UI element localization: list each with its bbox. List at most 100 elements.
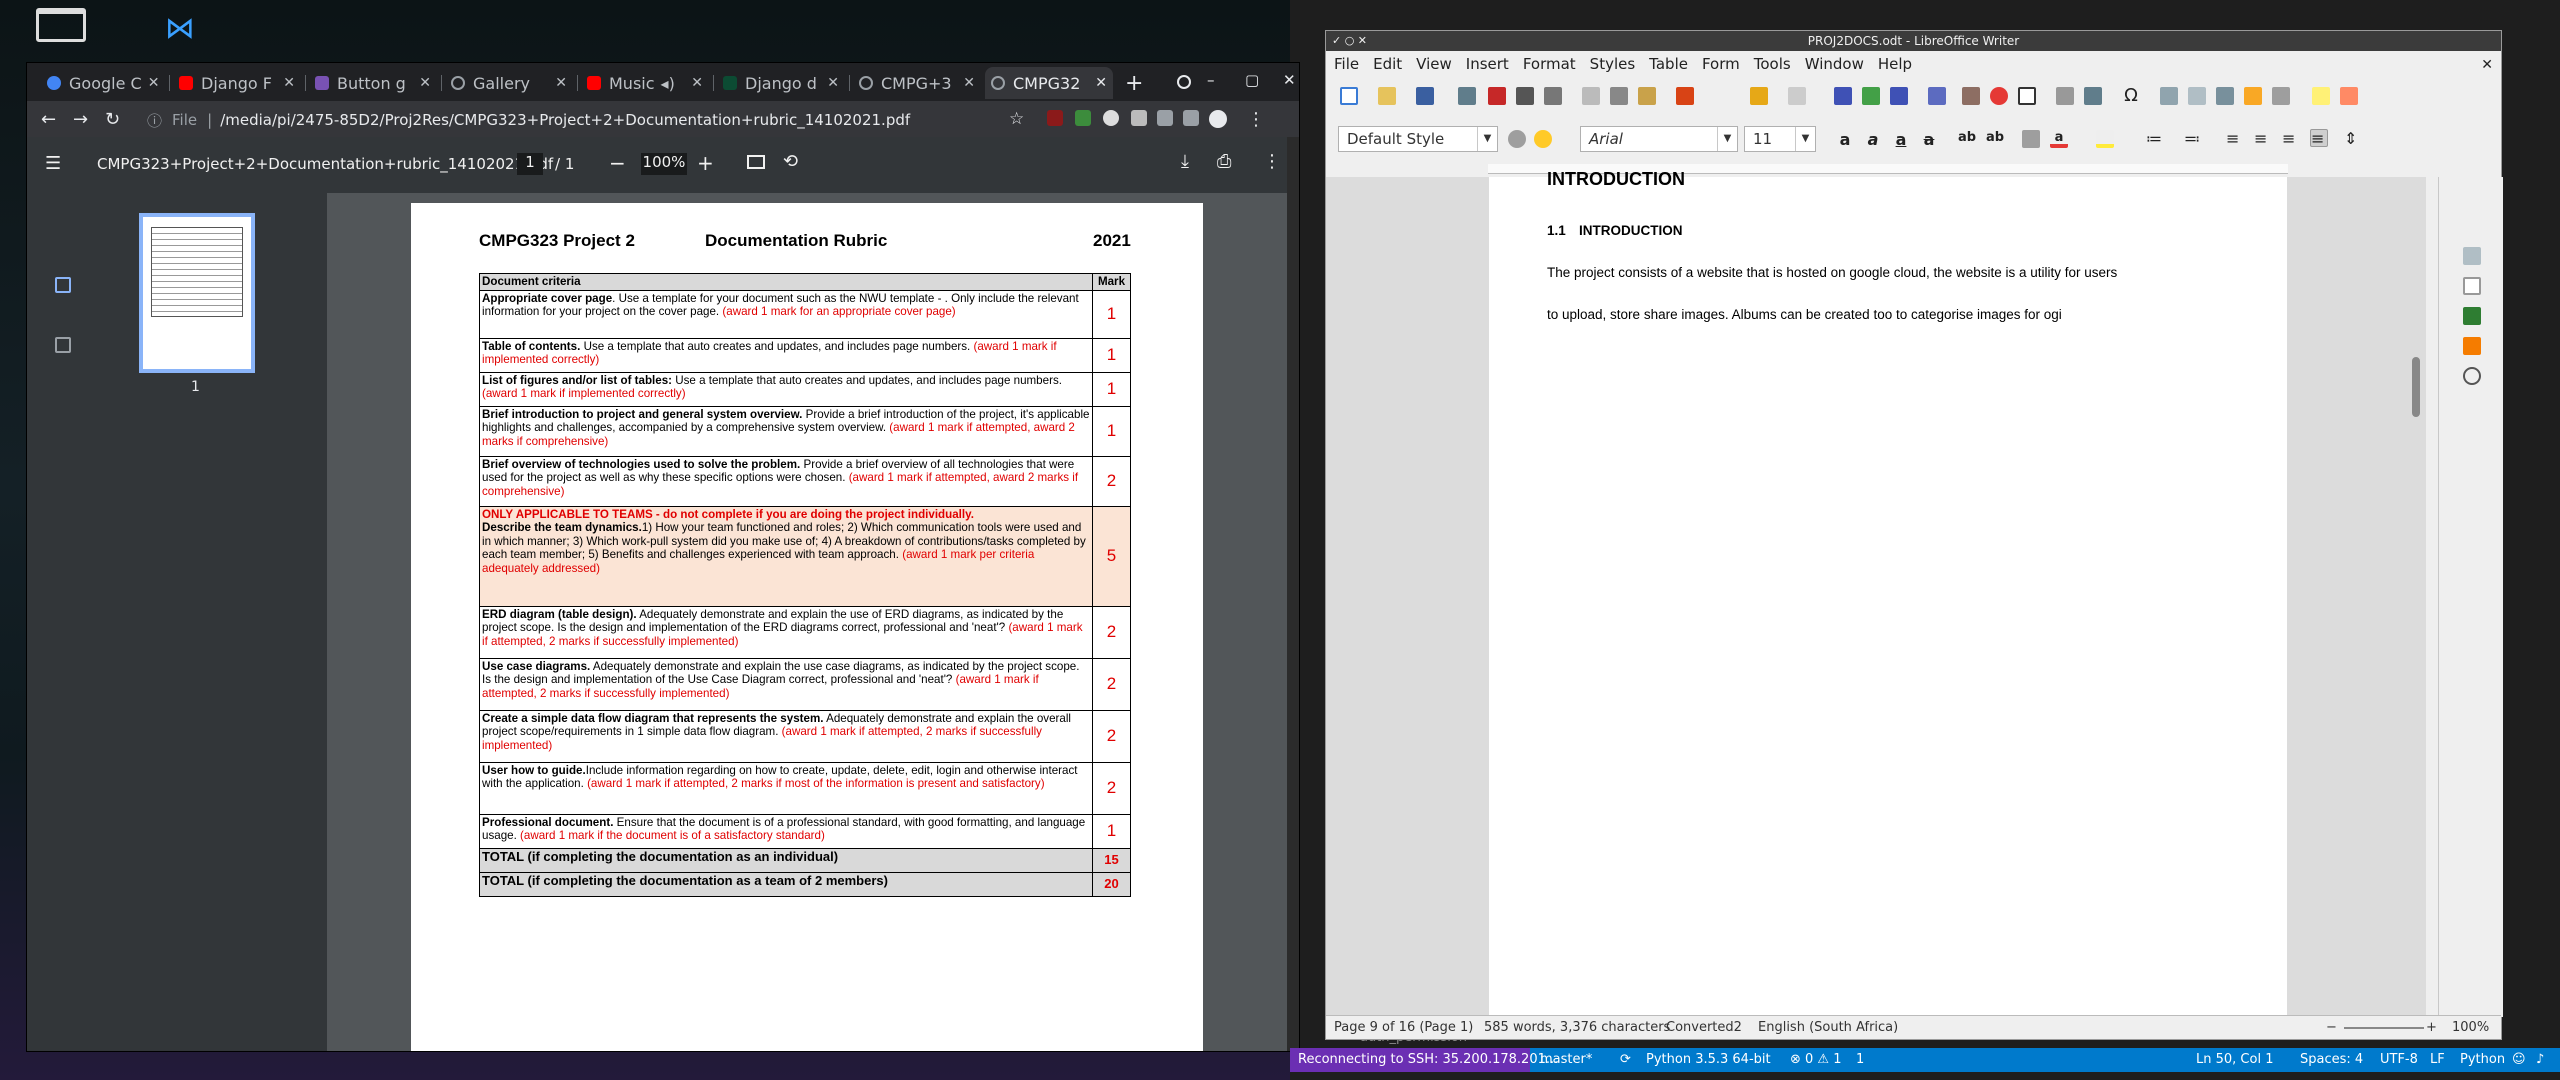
italic-icon[interactable]: a <box>1864 130 1882 149</box>
insert-image-icon[interactable] <box>1962 87 1980 105</box>
extension-green-icon[interactable] <box>1075 110 1091 126</box>
cursor-position[interactable]: Ln 50, Col 1 <box>2196 1052 2273 1067</box>
extension-red-icon[interactable] <box>1047 110 1063 126</box>
thumbnail-view-icon[interactable] <box>55 277 71 293</box>
menu-file[interactable]: File <box>1334 55 1359 73</box>
extension-circle-icon[interactable] <box>1103 110 1119 126</box>
tab-django-docs[interactable]: Django d ✕ <box>717 67 845 99</box>
zoom-out-icon[interactable]: − <box>2326 1020 2337 1035</box>
properties-icon[interactable] <box>2463 247 2481 265</box>
close-icon[interactable]: ✕ <box>142 75 160 91</box>
find-replace-icon[interactable] <box>1834 87 1852 105</box>
close-icon[interactable]: ✕ <box>685 75 703 91</box>
python-interpreter[interactable]: Python 3.5.3 64-bit <box>1646 1052 1771 1067</box>
tab-music[interactable]: Music ◂) ✕ <box>581 67 709 99</box>
status-page[interactable]: Page 9 of 16 (Page 1) <box>1334 1020 1473 1035</box>
menu-table[interactable]: Table <box>1649 55 1688 73</box>
update-style-icon[interactable] <box>1508 130 1526 148</box>
music-queue-icon[interactable] <box>1157 110 1173 126</box>
maximize-icon[interactable]: ▢ <box>1245 71 1259 89</box>
tab-gallery[interactable]: Gallery ✕ <box>445 67 573 99</box>
font-name-select[interactable]: Arial ▼ <box>1580 126 1738 152</box>
open-folder-icon[interactable] <box>1378 87 1396 105</box>
justify-icon[interactable]: ≡ <box>2310 129 2328 148</box>
menu-window[interactable]: Window <box>1805 55 1864 73</box>
bookmark-star-icon[interactable]: ☆ <box>1009 109 1024 129</box>
print-icon[interactable] <box>1516 87 1534 105</box>
line-spacing-icon[interactable]: ⇕ <box>2344 130 2362 148</box>
new-tab-button[interactable]: + <box>1125 71 1143 96</box>
copy-icon[interactable] <box>1610 87 1628 105</box>
insert-textbox-icon[interactable] <box>2018 87 2036 105</box>
file-encoding[interactable]: UTF-8 <box>2380 1052 2418 1067</box>
download-icon[interactable]: ⤓ <box>1181 151 1189 172</box>
reload-icon[interactable]: ↻ <box>105 109 120 130</box>
speaker-icon[interactable]: ◂) <box>661 74 675 93</box>
trash-icon[interactable] <box>36 8 86 42</box>
cast-icon[interactable] <box>1183 110 1199 126</box>
insert-table-icon[interactable] <box>1928 87 1946 105</box>
close-window-icon[interactable]: ✕ <box>1283 71 1296 89</box>
status-word-count[interactable]: 585 words, 3,376 characters <box>1484 1020 1670 1035</box>
extensions-puzzle-icon[interactable] <box>1131 110 1147 126</box>
print-icon[interactable]: ⎙ <box>1217 151 1231 172</box>
tab-cmpg-pdf-1[interactable]: CMPG+3 ✕ <box>853 67 981 99</box>
save-icon[interactable] <box>1416 87 1434 105</box>
chevron-down-icon[interactable]: ▼ <box>1795 127 1815 151</box>
page-number-input[interactable]: 1 <box>517 153 543 175</box>
close-icon[interactable]: ✕ <box>957 75 975 91</box>
notifications-bell-icon[interactable]: ♪ <box>2536 1052 2544 1067</box>
vertical-scrollbar-thumb[interactable] <box>2412 357 2420 417</box>
formatting-marks-icon[interactable] <box>1890 87 1908 105</box>
page-icon[interactable] <box>2463 277 2481 295</box>
navigator-icon[interactable] <box>2463 367 2481 385</box>
feedback-icon[interactable]: ☺ <box>2512 1052 2526 1067</box>
insert-chart-icon[interactable] <box>1990 87 2008 105</box>
hyperlink-icon[interactable] <box>2160 87 2178 105</box>
undo-icon[interactable] <box>1750 87 1768 105</box>
chevron-down-icon[interactable]: ▼ <box>1717 127 1737 151</box>
minimize-icon[interactable]: – <box>1207 71 1215 89</box>
page-thumbnail[interactable] <box>139 213 255 373</box>
new-document-icon[interactable] <box>1340 87 1358 105</box>
spellcheck-icon[interactable] <box>1862 87 1880 105</box>
ports-count[interactable]: 1 <box>1856 1052 1864 1067</box>
tab-cmpg-pdf-active[interactable]: CMPG32 ✕ <box>985 67 1113 99</box>
gallery-icon[interactable] <box>2463 337 2481 355</box>
tab-django-youtube[interactable]: Django F ✕ <box>173 67 301 99</box>
fit-page-icon[interactable] <box>747 155 765 169</box>
new-style-icon[interactable] <box>1534 130 1552 148</box>
clear-formatting-icon[interactable] <box>2022 130 2040 148</box>
tab-bootstrap[interactable]: Button g ✕ <box>309 67 437 99</box>
zoom-input[interactable]: 100% <box>641 153 687 175</box>
pdf-scrollbar[interactable] <box>1287 137 1299 1051</box>
outline-view-icon[interactable] <box>55 337 71 353</box>
sync-icon[interactable]: ⟳ <box>1620 1052 1631 1067</box>
bullet-list-icon[interactable]: ≔ <box>2146 130 2164 148</box>
endnote-icon[interactable] <box>2216 87 2234 105</box>
strikethrough-icon[interactable]: a <box>1920 130 1938 149</box>
chevron-down-icon[interactable]: ▼ <box>1477 127 1497 151</box>
close-icon[interactable]: ✕ <box>413 75 431 91</box>
subscript-icon[interactable]: ab <box>1986 130 2004 148</box>
close-icon[interactable]: ✕ <box>277 75 295 91</box>
git-branch[interactable]: master* <box>1540 1052 1592 1067</box>
export-pdf-icon[interactable] <box>1488 87 1506 105</box>
vscode-icon[interactable]: ⋈ <box>165 14 211 44</box>
cut-icon[interactable] <box>1582 87 1600 105</box>
align-center-icon[interactable]: ≡ <box>2254 130 2272 148</box>
export-icon[interactable] <box>1458 87 1476 105</box>
special-character-icon[interactable]: Ω <box>2122 87 2140 105</box>
menu-tools[interactable]: Tools <box>1754 55 1791 73</box>
info-icon[interactable]: ⓘ <box>147 110 162 131</box>
profile-avatar-icon[interactable] <box>1209 110 1227 128</box>
problems-count[interactable]: ⊗ 0 ⚠ 1 <box>1790 1052 1842 1067</box>
close-icon[interactable]: ✕ <box>549 75 567 91</box>
line-ending[interactable]: LF <box>2430 1052 2445 1067</box>
menu-kebab-icon[interactable]: ⋮ <box>1247 109 1265 130</box>
rotate-icon[interactable]: ⟲ <box>783 151 798 172</box>
page-break-icon[interactable] <box>2056 87 2074 105</box>
menu-help[interactable]: Help <box>1878 55 1912 73</box>
tab-google[interactable]: Google C ✕ <box>41 67 165 99</box>
menu-format[interactable]: Format <box>1523 55 1576 73</box>
